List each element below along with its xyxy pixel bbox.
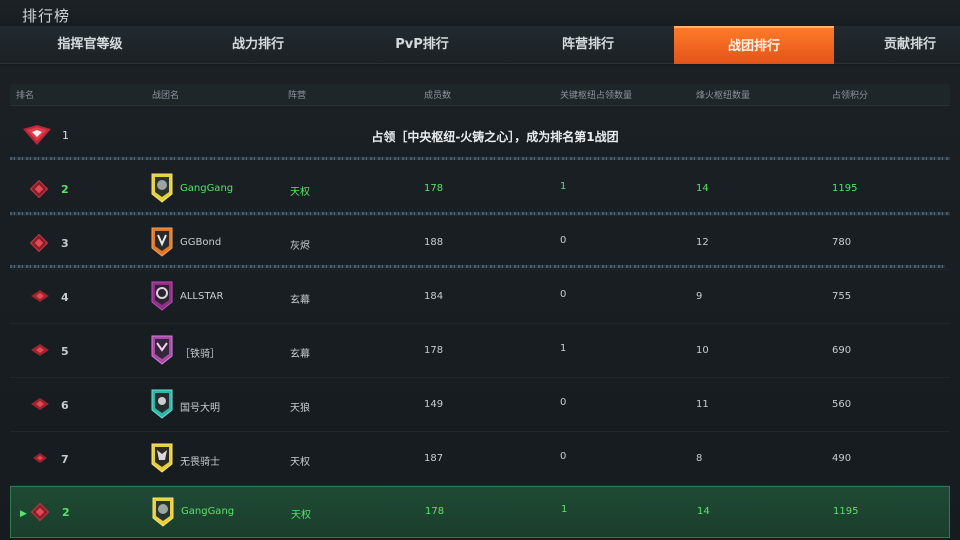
members: 178: [425, 506, 445, 517]
guild-name[interactable]: 国号大明: [180, 399, 220, 414]
faction: 玄幕: [290, 295, 310, 306]
tab-contribution-ranking[interactable]: 贡献排行: [860, 26, 960, 64]
current-player-arrow-icon: ▶: [20, 509, 27, 519]
guild-name[interactable]: 无畏骑士: [180, 453, 220, 468]
guild-emblem-icon: [151, 281, 173, 311]
rank-diamond-icon: [30, 234, 48, 252]
guild-name[interactable]: ［铁骑］: [180, 345, 220, 360]
members: 187: [424, 453, 444, 464]
banner-text: 占领［中央枢纽-火铸之心］，成为排名第1战团: [371, 130, 619, 144]
score: 560: [832, 399, 852, 410]
table-row[interactable]: 6 国号大明 天狼 149 0 11 560: [10, 378, 950, 432]
guild-name[interactable]: GangGang: [181, 506, 234, 517]
tab-bar: 指挥官等级 战力排行 PvP排行 阵营排行 战团排行 贡献排行: [0, 26, 960, 64]
members: 149: [424, 399, 444, 410]
rank-number: 6: [61, 399, 69, 412]
page-title: 排行榜: [22, 7, 71, 25]
beacon-hubs: 11: [696, 399, 709, 410]
key-hubs: 0: [560, 235, 567, 246]
score: 690: [832, 345, 852, 356]
key-hubs: 1: [561, 504, 568, 515]
faction: 天权: [291, 510, 311, 521]
key-hubs: 0: [560, 289, 567, 300]
score: 1195: [832, 183, 858, 194]
guild-emblem-icon: [151, 443, 173, 473]
rank-number: 7: [61, 453, 69, 466]
col-members: 成员数: [424, 91, 452, 101]
members: 184: [424, 291, 444, 302]
guild-emblem-icon: [151, 173, 173, 203]
beacon-hubs: 12: [696, 237, 709, 248]
divider: [10, 212, 950, 215]
faction: 灰烬: [290, 241, 310, 252]
guild-emblem-icon: [151, 335, 173, 365]
rank-wing-icon: [31, 398, 49, 410]
divider: [10, 157, 950, 160]
guild-name[interactable]: ALLSTAR: [180, 291, 223, 302]
rank-number: 4: [61, 291, 69, 304]
tab-faction-ranking[interactable]: 阵营排行: [518, 26, 658, 64]
tab-commander-level[interactable]: 指挥官等级: [20, 26, 160, 64]
col-rank: 排名: [16, 91, 35, 101]
beacon-hubs: 9: [696, 291, 703, 302]
score: 780: [832, 237, 852, 248]
table-row[interactable]: 5 ［铁骑］ 玄幕 178 1 10 690: [10, 324, 950, 378]
col-key-hubs: 关键枢纽占领数量: [560, 91, 633, 101]
table-row[interactable]: 4 ALLSTAR 玄幕 184 0 9 755: [10, 270, 950, 324]
faction: 天权: [290, 187, 310, 198]
table-row[interactable]: 7 无畏骑士 天权 187 0 8 490: [10, 432, 950, 486]
members: 178: [424, 345, 444, 356]
rank-number: 3: [61, 237, 69, 250]
faction: 天狼: [290, 403, 310, 414]
rank-wing-icon: [31, 290, 49, 302]
guild-emblem-icon: [151, 389, 173, 419]
key-hubs: 0: [560, 451, 567, 462]
beacon-hubs: 14: [697, 506, 710, 517]
col-guild-name: 战团名: [152, 91, 180, 101]
guild-name[interactable]: GGBond: [180, 237, 221, 248]
beacon-hubs: 10: [696, 345, 709, 356]
beacon-hubs: 8: [696, 453, 703, 464]
members: 188: [424, 237, 444, 248]
members: 178: [424, 183, 444, 194]
key-hubs: 1: [560, 343, 567, 354]
tab-guild-ranking[interactable]: 战团排行: [674, 26, 834, 64]
score: 755: [832, 291, 852, 302]
rank-diamond-icon: [31, 503, 49, 521]
divider: [10, 265, 945, 268]
rank-number: 2: [62, 506, 70, 519]
guild-name[interactable]: GangGang: [180, 183, 233, 194]
key-hubs: 0: [560, 397, 567, 408]
guild-emblem-icon: [151, 227, 173, 257]
table-row[interactable]: 3 GGBond 灰烬 188 0 12 780: [10, 216, 950, 270]
rank-wing-icon: [31, 344, 49, 356]
rank-number: 5: [61, 345, 69, 358]
col-score: 占领积分: [832, 91, 869, 101]
col-faction: 阵营: [288, 91, 307, 101]
col-beacon-hubs: 烽火枢纽数量: [696, 91, 751, 101]
table-header: 排名 战团名 阵营 成员数 关键枢纽占领数量 烽火枢纽数量 占领积分: [10, 84, 950, 106]
rank-number: 2: [61, 183, 69, 196]
rank1-banner-row: 1 占领［中央枢纽-火铸之心］，成为排名第1战团: [10, 116, 950, 156]
rank-wing-icon: [33, 453, 47, 463]
tab-pvp-ranking[interactable]: PvP排行: [352, 26, 492, 64]
score: 1195: [833, 506, 859, 517]
table-row[interactable]: 2 GangGang 天权 178 1 14 1195: [10, 162, 950, 216]
my-guild-row[interactable]: ▶ 2 GangGang 天权 178 1 14 1195: [10, 486, 950, 538]
faction: 天权: [290, 457, 310, 468]
key-hubs: 1: [560, 181, 567, 192]
faction: 玄幕: [290, 349, 310, 360]
score: 490: [832, 453, 852, 464]
tab-power-ranking[interactable]: 战力排行: [188, 26, 328, 64]
beacon-hubs: 14: [696, 183, 709, 194]
rank-diamond-icon: [30, 180, 48, 198]
guild-emblem-icon: [152, 497, 174, 527]
